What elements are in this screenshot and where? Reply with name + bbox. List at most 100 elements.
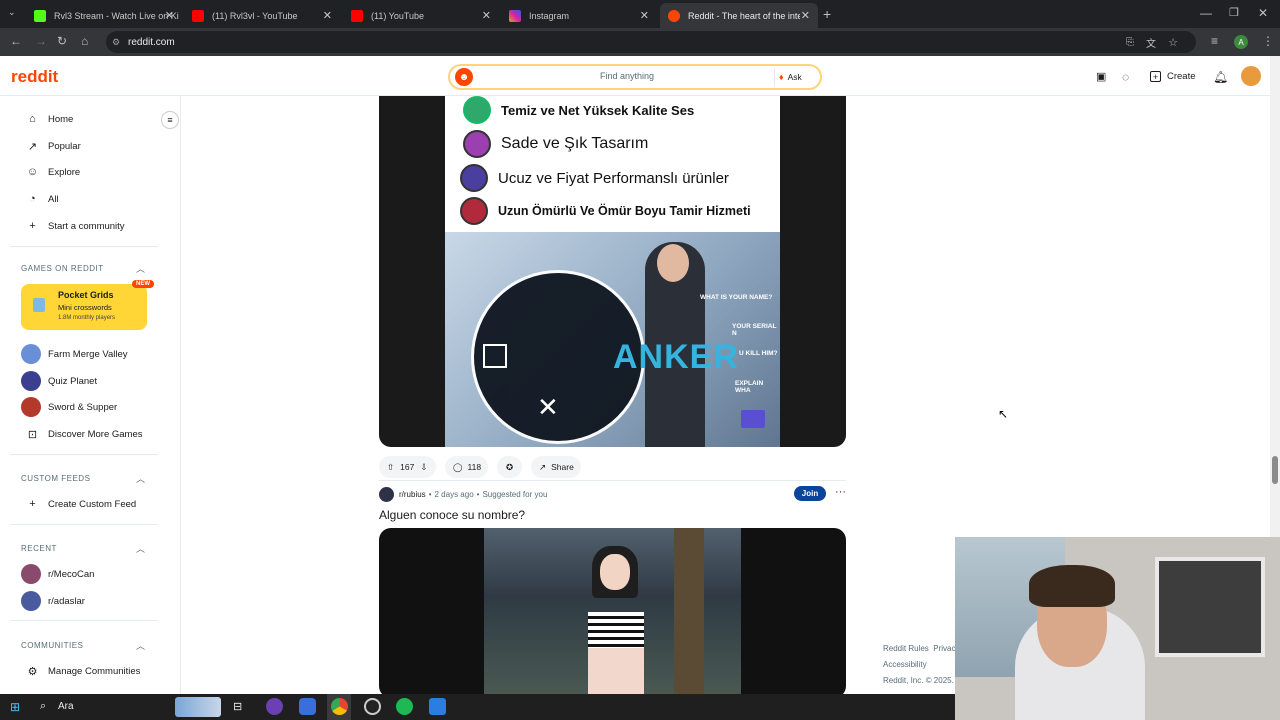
advertise-icon[interactable]: ▣ <box>1096 70 1106 83</box>
restore-icon[interactable]: ❐ <box>1229 6 1239 19</box>
user-avatar[interactable] <box>1241 66 1261 86</box>
tab-list-icon[interactable]: ⌄ <box>8 7 16 18</box>
ask-button[interactable]: ♦ Ask <box>774 68 808 86</box>
custom-feeds-heading: CUSTOM FEEDS <box>21 474 91 483</box>
obs-icon[interactable] <box>364 698 381 715</box>
overlay-text: EXPLAIN WHA <box>735 380 764 394</box>
task-view-icon[interactable]: ⊟ <box>233 700 242 713</box>
sidebar-item-explore[interactable]: ☺ Explore <box>26 166 80 178</box>
award-icon: ✪ <box>505 461 514 472</box>
tab-label: (11) Rvl3vl - YouTube <box>212 10 298 21</box>
spotify-icon[interactable] <box>396 698 413 715</box>
sidebar-item-all[interactable]: ◔ All <box>26 193 58 205</box>
close-tab-icon[interactable]: ✕ <box>165 9 174 22</box>
tab-instagram[interactable]: Instagram ✕ <box>501 3 657 28</box>
create-custom-feed[interactable]: + Create Custom Feed <box>26 498 136 510</box>
privacy-link[interactable]: Privac <box>933 644 955 653</box>
scrollbar-thumb[interactable] <box>1272 456 1278 484</box>
profile-avatar[interactable]: A <box>1234 35 1248 49</box>
chevron-up-icon[interactable]: ︿ <box>136 639 145 652</box>
app-icon[interactable] <box>299 698 316 715</box>
discord-icon[interactable] <box>266 698 283 715</box>
share-button[interactable]: ↗ Share <box>531 456 581 478</box>
address-bar[interactable]: ⚙ reddit.com ⎘ 文 ☆ <box>106 31 1196 53</box>
separator: • <box>476 490 480 499</box>
sidebar-item-start-community[interactable]: + Start a community <box>26 220 124 232</box>
downvote-icon[interactable]: ⇩ <box>420 462 427 473</box>
subreddit-name[interactable]: r/rubius <box>399 490 426 499</box>
meme-line-text: Uzun Ömürlü Ve Ömür Boyu Tamir Hizmeti <box>498 204 751 218</box>
chevron-up-icon[interactable]: ︿ <box>136 542 145 555</box>
join-button[interactable]: Join <box>794 486 826 501</box>
rules-link[interactable]: Reddit Rules <box>883 644 929 653</box>
mouse-cursor-icon: ↖ <box>998 407 1009 421</box>
minimize-icon[interactable]: — <box>1200 6 1212 20</box>
award-button[interactable]: ✪ <box>497 456 522 478</box>
discover-more-games[interactable]: ⊡ Discover More Games <box>26 428 143 441</box>
tab-kick[interactable]: Rvl3 Stream - Watch Live on Ki ✕ <box>26 3 182 28</box>
install-app-icon[interactable]: ⎘ <box>1126 37 1134 48</box>
site-info-icon[interactable]: ⚙ <box>112 37 120 48</box>
post-media[interactable]: Temiz ve Net Yüksek Kalite Ses Sade ve Ş… <box>379 96 846 447</box>
recent-item[interactable]: r/adaslar <box>21 591 85 611</box>
tab-youtube[interactable]: (11) YouTube ✕ <box>343 3 499 28</box>
reload-icon[interactable]: ↻ <box>57 34 67 48</box>
meme-line: Temiz ve Net Yüksek Kalite Ses <box>463 96 694 124</box>
comment-count: 118 <box>467 462 482 472</box>
close-tab-icon[interactable]: ✕ <box>640 9 649 22</box>
meme-line: Uzun Ömürlü Ve Ömür Boyu Tamir Hizmeti <box>460 197 751 225</box>
close-tab-icon[interactable]: ✕ <box>323 9 332 22</box>
ask-icon: ♦ <box>779 72 784 82</box>
game-item[interactable]: Quiz Planet <box>21 371 97 391</box>
subreddit-avatar[interactable] <box>379 487 394 502</box>
tab-reddit[interactable]: Reddit - The heart of the intern ✕ <box>660 3 818 28</box>
collapse-sidebar-icon[interactable]: ≡ <box>161 111 179 129</box>
comments-button[interactable]: ◯ 118 <box>445 456 488 478</box>
popular-icon: ↗ <box>27 141 38 153</box>
community-avatar <box>21 564 41 584</box>
app-icon[interactable] <box>429 698 446 715</box>
home-icon[interactable]: ⌂ <box>81 34 88 48</box>
bookmark-star-icon[interactable]: ☆ <box>1168 36 1178 49</box>
translate-icon[interactable]: 文 <box>1146 35 1156 50</box>
manage-communities[interactable]: ⚙ Manage Communities <box>26 665 141 678</box>
chevron-up-icon[interactable]: ︿ <box>136 262 145 275</box>
game-item[interactable]: Farm Merge Valley <box>21 344 128 364</box>
post-title[interactable]: Alguen conoce su nombre? <box>379 508 525 522</box>
close-tab-icon[interactable]: ✕ <box>482 9 491 22</box>
windows-start-icon[interactable]: ⊞ <box>10 700 20 714</box>
tab-youtube-channel[interactable]: (11) Rvl3vl - YouTube ✕ <box>184 3 340 28</box>
chat-icon[interactable]: ◌ <box>1122 70 1129 84</box>
post-meta: r/rubius • 2 days ago • Suggested for yo… <box>379 487 547 502</box>
weather-widget-icon[interactable] <box>175 697 221 717</box>
search-icon[interactable]: ⌕ <box>40 700 46 713</box>
chevron-up-icon[interactable]: ︿ <box>136 472 145 485</box>
search-input[interactable]: ☻ Find anything ♦ Ask <box>448 64 822 90</box>
sidebar-item-home[interactable]: ⌂ Home <box>26 113 73 125</box>
cross-icon <box>460 164 488 192</box>
notifications-bell-icon[interactable]: 🔔︎ <box>1213 70 1228 84</box>
game-item[interactable]: Sword & Supper <box>21 397 117 417</box>
close-window-icon[interactable]: ✕ <box>1258 6 1268 20</box>
face-shape <box>600 554 630 590</box>
post-media[interactable] <box>379 528 846 694</box>
upvote-icon[interactable]: ⇧ <box>387 462 394 473</box>
taskbar-search-placeholder[interactable]: Ara <box>58 701 74 712</box>
all-icon: ◔ <box>29 193 36 205</box>
recent-item[interactable]: r/MecoCan <box>21 564 94 584</box>
forward-icon[interactable]: → <box>35 34 47 48</box>
new-tab-icon[interactable]: + <box>823 6 831 22</box>
accessibility-link[interactable]: Accessibility <box>883 657 956 673</box>
create-button[interactable]: + Create <box>1150 71 1196 82</box>
reddit-logo[interactable]: reddit <box>11 67 58 87</box>
sidebar-item-popular[interactable]: ↗ Popular <box>26 140 81 153</box>
featured-game-card[interactable]: Pocket Grids Mini crosswords 1.8M monthl… <box>21 280 154 330</box>
chrome-icon[interactable] <box>331 698 348 715</box>
back-icon[interactable]: ← <box>10 34 22 48</box>
browser-menu-icon[interactable]: ⋮ <box>1262 34 1274 48</box>
body-shape <box>588 648 644 694</box>
tab-search-icon[interactable]: ≡ <box>1211 34 1218 48</box>
close-tab-icon[interactable]: ✕ <box>801 9 810 22</box>
more-options-icon[interactable]: ··· <box>835 486 846 498</box>
game-subtitle: Mini crosswords <box>58 303 112 312</box>
